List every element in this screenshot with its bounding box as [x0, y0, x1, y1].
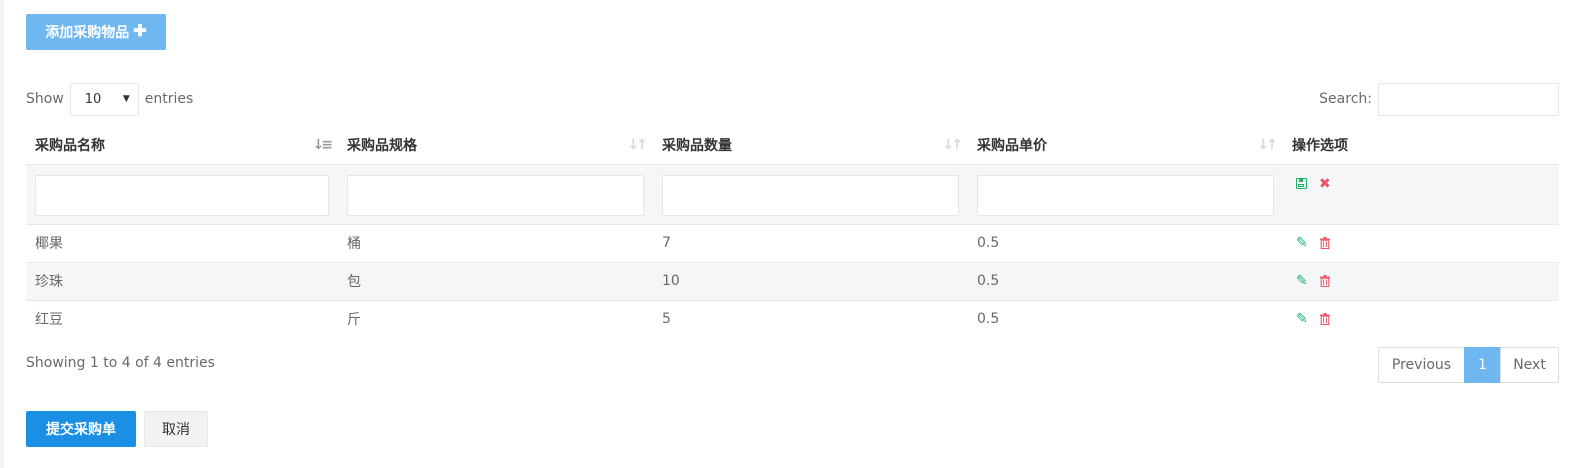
cell-spec: 包 — [338, 261, 653, 300]
sort-icon: ↓↑ — [1257, 137, 1279, 154]
edit-cell-quantity — [653, 163, 968, 224]
column-header-label: 操作选项 — [1292, 138, 1348, 155]
show-label: Show — [26, 91, 64, 107]
add-purchase-item-button[interactable]: 添加采购物品 ✚ — [26, 14, 166, 50]
column-header-spec[interactable]: 采购品规格 ↓↑ — [338, 127, 653, 165]
spec-input[interactable] — [347, 174, 644, 216]
column-header-label: 采购品规格 — [347, 138, 417, 155]
column-header-name[interactable]: 采购品名称 ↓≡ — [26, 127, 338, 165]
search-input[interactable] — [1378, 82, 1559, 116]
cell-name: 椰果 — [26, 223, 338, 262]
entries-length-select[interactable]: 10 ▼ — [69, 82, 139, 116]
column-header-quantity[interactable]: 采购品数量 ↓↑ — [653, 127, 968, 165]
column-header-price[interactable]: 采购品单价 ↓↑ — [968, 127, 1283, 165]
cell-quantity: 5 — [653, 299, 968, 338]
sort-asc-icon: ↓≡ — [312, 137, 334, 154]
cell-name: 珍珠 — [26, 261, 338, 300]
table-row: 红豆 斤 5 0.5 ✎ — [26, 299, 1559, 338]
edit-cell-name — [26, 163, 338, 224]
entries-length-value: 10 — [84, 91, 102, 107]
cell-actions: ✎ — [1283, 261, 1559, 300]
sort-icon: ↓↑ — [942, 137, 964, 154]
cell-name: 红豆 — [26, 299, 338, 338]
pencil-icon[interactable]: ✎ — [1296, 236, 1308, 250]
pencil-icon[interactable]: ✎ — [1296, 274, 1308, 288]
row-actions: ✎ — [1292, 312, 1550, 326]
table-header-row: 采购品名称 ↓≡ 采购品规格 ↓↑ 采购品数量 ↓↑ 采购品单价 ↓↑ 操作选项 — [26, 127, 1559, 165]
previous-page-button[interactable]: Previous — [1378, 347, 1465, 383]
cell-quantity: 7 — [653, 223, 968, 262]
pagination: Previous 1 Next — [1378, 347, 1559, 383]
name-input[interactable] — [35, 174, 329, 216]
left-border — [0, 0, 4, 468]
cell-actions: ✎ — [1283, 299, 1559, 338]
edit-row: ✖ — [26, 163, 1559, 224]
entries-label: entries — [144, 91, 194, 107]
cell-spec: 桶 — [338, 223, 653, 262]
column-header-label: 采购品数量 — [662, 138, 732, 155]
row-actions: ✎ — [1292, 236, 1550, 250]
caret-down-icon: ▼ — [122, 94, 130, 104]
quantity-input[interactable] — [662, 174, 959, 216]
search-label: Search: — [1319, 91, 1372, 107]
price-input[interactable] — [977, 174, 1274, 216]
row-actions: ✎ — [1292, 274, 1550, 288]
column-header-label: 采购品名称 — [35, 138, 105, 155]
purchase-items-table: 采购品名称 ↓≡ 采购品规格 ↓↑ 采购品数量 ↓↑ 采购品单价 ↓↑ 操作选项 — [26, 127, 1559, 338]
search-control: Search: — [1319, 82, 1559, 116]
cell-price: 0.5 — [968, 261, 1283, 300]
cell-spec: 斤 — [338, 299, 653, 338]
add-purchase-item-label: 添加采购物品 — [45, 24, 130, 40]
cell-price: 0.5 — [968, 223, 1283, 262]
edit-cell-price — [968, 163, 1283, 224]
page-1-button[interactable]: 1 — [1464, 347, 1501, 383]
cancel-button[interactable]: 取消 — [144, 411, 208, 447]
table-info: Showing 1 to 4 of 4 entries — [26, 355, 215, 371]
plus-icon: ✚ — [133, 23, 147, 40]
trash-icon[interactable] — [1319, 237, 1330, 249]
next-page-button[interactable]: Next — [1500, 347, 1559, 383]
cell-quantity: 10 — [653, 261, 968, 300]
cell-actions: ✎ — [1283, 223, 1559, 262]
close-icon[interactable]: ✖ — [1319, 177, 1331, 191]
trash-icon[interactable] — [1319, 275, 1330, 287]
trash-icon[interactable] — [1319, 313, 1330, 326]
purchase-page: 添加采购物品 ✚ Show 10 ▼ entries Search: 采购品名称… — [26, 0, 1559, 468]
edit-row-actions: ✖ — [1292, 175, 1550, 191]
sort-icon: ↓↑ — [627, 137, 649, 154]
edit-cell-actions: ✖ — [1283, 163, 1559, 224]
entries-length-control: Show 10 ▼ entries — [26, 82, 193, 116]
cell-price: 0.5 — [968, 299, 1283, 338]
table-row: 椰果 桶 7 0.5 ✎ — [26, 223, 1559, 262]
column-header-label: 采购品单价 — [977, 138, 1047, 155]
save-icon[interactable] — [1296, 178, 1307, 189]
column-header-actions: 操作选项 — [1283, 127, 1559, 165]
edit-cell-spec — [338, 163, 653, 224]
pencil-icon[interactable]: ✎ — [1296, 312, 1308, 326]
table-row: 珍珠 包 10 0.5 ✎ — [26, 261, 1559, 300]
submit-purchase-order-button[interactable]: 提交采购单 — [26, 411, 136, 447]
